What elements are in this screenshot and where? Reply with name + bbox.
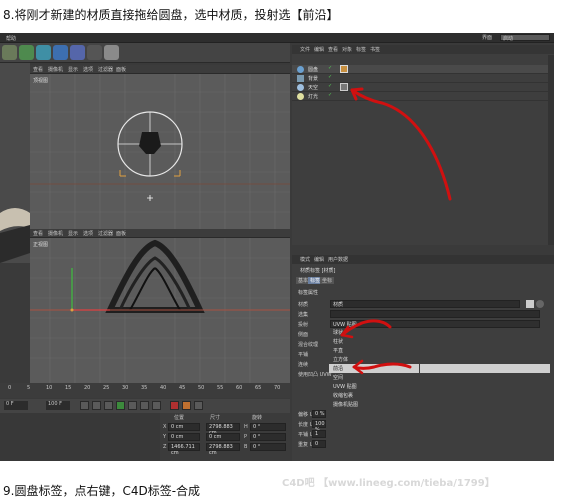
timeline-tick: 20 (84, 385, 91, 391)
keyframe-button[interactable] (194, 401, 203, 410)
size-x-field[interactable]: 2798.883 cm (206, 423, 240, 436)
vp-menu-panel[interactable]: 面板 (116, 66, 126, 73)
go-to-end-button[interactable] (152, 401, 161, 410)
nurbs-icon[interactable] (19, 45, 34, 60)
watermark: C4D吧 【www.lineeg.com/tieba/1799】 (282, 478, 495, 489)
timeline-ruler[interactable]: 0 5 10 15 20 25 30 35 40 45 50 55 60 65 70 (0, 383, 290, 398)
spline-icon[interactable] (36, 45, 51, 60)
timeline-tick: 70 (274, 385, 281, 391)
grid-bottom (30, 238, 290, 383)
toolbar (0, 43, 290, 63)
coords-row-z: Z 1466.711 cm 2798.883 cm B 0 ° (160, 442, 290, 456)
coords-header-rotation: 旋转 (252, 415, 263, 421)
menu-help[interactable]: 帮助 (6, 35, 16, 42)
timeline-tick: 65 (255, 385, 262, 391)
coordinates-manager: 位置 尺寸 旋转 X 0 cm 2798.883 cm H 0 ° Y 0 cm… (160, 413, 290, 461)
transport-bar: 0 F 100 F (0, 399, 290, 413)
c4d-window: 帮助 界面 启动 查看 摄像机 显示 选项 过滤器 面板 顶视图 查看 摄像机 … (0, 33, 554, 461)
timeline-tick: 25 (103, 385, 110, 391)
timeline-tick: 50 (198, 385, 205, 391)
caption-top: 8.将刚才新建的材质直接拖给圆盘，选中材质，投射选【前沿】 (3, 8, 339, 22)
end-frame-field[interactable]: 100 F (46, 401, 70, 410)
left-strip (0, 63, 30, 263)
timeline-tick: 10 (46, 385, 53, 391)
rotation-h-field[interactable]: 0 ° (250, 423, 286, 431)
current-frame-field[interactable]: 0 F (4, 401, 28, 410)
scrollbar-vertical[interactable] (548, 55, 554, 245)
vp2-menu-camera[interactable]: 摄像机 (48, 230, 63, 237)
render-preview (0, 208, 30, 263)
prev-key-button[interactable] (92, 401, 101, 410)
caption-bottom: 9.圆盘标签，点右键，C4D标签-合成 (3, 484, 201, 498)
rot-axis-label: P (244, 434, 248, 440)
annotation-arrows (340, 319, 412, 375)
prev-frame-button[interactable] (104, 401, 113, 410)
timeline-tick: 55 (217, 385, 224, 391)
position-x-field[interactable]: 0 cm (168, 423, 200, 431)
coords-row-y: Y 0 cm 0 cm P 0 ° (160, 432, 290, 442)
camera-icon[interactable] (87, 45, 102, 60)
vp-menu-view[interactable]: 查看 (33, 66, 43, 73)
coords-header-position: 位置 (174, 415, 185, 421)
coords-header-size: 尺寸 (210, 415, 221, 421)
record-button[interactable] (170, 401, 179, 410)
timeline-tick: 15 (65, 385, 72, 391)
size-y-field[interactable]: 0 cm (206, 433, 240, 441)
vp2-menu-display[interactable]: 显示 (68, 230, 78, 237)
vp2-menu-options[interactable]: 选项 (83, 230, 93, 237)
next-frame-button[interactable] (128, 401, 137, 410)
rotation-b-field[interactable]: 0 ° (250, 443, 286, 451)
rotation-p-field[interactable]: 0 ° (250, 433, 286, 441)
timeline-tick: 0 (8, 385, 12, 391)
vp-menu-options[interactable]: 选项 (83, 66, 93, 73)
size-z-field[interactable]: 2798.883 cm (206, 443, 240, 456)
axis-label: Y (163, 434, 167, 440)
axis-label: Z (163, 444, 167, 450)
vp2-menu-view[interactable]: 查看 (33, 230, 43, 237)
rot-axis-label: H (244, 424, 248, 430)
timeline-tick: 35 (141, 385, 148, 391)
light-icon[interactable] (104, 45, 119, 60)
autokey-button[interactable] (182, 401, 191, 410)
scene-icon[interactable] (70, 45, 85, 60)
next-key-button[interactable] (140, 401, 149, 410)
coords-row-x: X 0 cm 2798.883 cm H 0 ° (160, 422, 290, 436)
attribute-manager: 模式 编辑 用户数据 材质标签 [材质] 基本 标签 坐标 标签属性 材质 材质… (292, 255, 554, 461)
play-button[interactable] (116, 401, 125, 410)
axis-label: X (163, 424, 167, 430)
object-manager: 文件 编辑 查看 对象 标签 书签 圆盘 ✓ 背景 ✓ 天空 ✓ 灯光 ✓ (292, 45, 554, 245)
vp2-menu-panel[interactable]: 面板 (116, 230, 126, 237)
deformer-icon[interactable] (53, 45, 68, 60)
timeline-tick: 30 (122, 385, 129, 391)
cube-icon[interactable] (2, 45, 17, 60)
timeline-tick: 5 (27, 385, 31, 391)
annotation-arrow-1 (350, 87, 452, 201)
vp2-menu-filter[interactable]: 过滤器 (98, 230, 113, 237)
timeline-tick: 40 (160, 385, 167, 391)
vp-menu-display[interactable]: 显示 (68, 66, 78, 73)
viewport-bottom[interactable]: 正视图 (30, 238, 290, 383)
layout-select[interactable]: 启动 (500, 34, 550, 42)
timeline-tick: 60 (236, 385, 243, 391)
vp-menu-filter[interactable]: 过滤器 (98, 66, 113, 73)
rot-axis-label: B (244, 444, 248, 450)
layout-label: 界面 (482, 35, 493, 41)
viewport-bottom-menu: 查看 摄像机 显示 选项 过滤器 面板 (30, 229, 290, 238)
material-manager (0, 413, 160, 461)
go-to-start-button[interactable] (80, 401, 89, 410)
timeline-tick: 45 (179, 385, 186, 391)
position-z-field[interactable]: 1466.711 cm (168, 443, 200, 456)
viewport-top-menu: 查看 摄像机 显示 选项 过滤器 面板 (30, 65, 290, 74)
menu-bar: 帮助 界面 启动 (0, 33, 554, 43)
position-y-field[interactable]: 0 cm (168, 433, 200, 441)
vp-menu-camera[interactable]: 摄像机 (48, 66, 63, 73)
